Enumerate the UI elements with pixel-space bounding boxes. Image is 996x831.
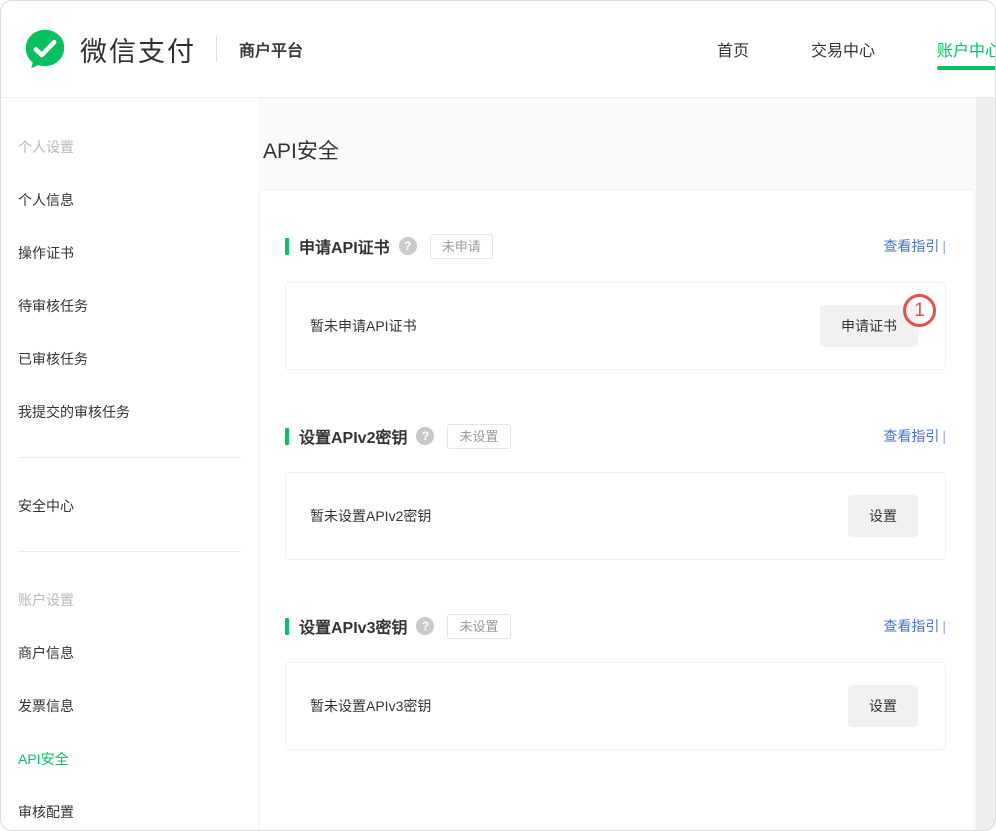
portal-title: 商户平台: [239, 37, 303, 61]
view-guide-link[interactable]: 查看指引: [883, 616, 939, 636]
main-content: API安全 申请API证书 ? 未申请 查看指引 | 暂未申请API证书 申请证…: [258, 98, 976, 830]
section-header: 设置APIv2密钥 ? 未设置 查看指引 |: [285, 422, 946, 450]
page-title: API安全: [263, 135, 339, 165]
set-apiv3-key-button[interactable]: 设置: [848, 685, 918, 727]
wechat-pay-logo-icon: [23, 27, 67, 71]
section-api-certificate: 申请API证书 ? 未申请 查看指引 | 暂未申请API证书 申请证书: [285, 232, 946, 370]
sidebar-item-operation-certificate[interactable]: 操作证书: [1, 226, 258, 279]
view-guide-link[interactable]: 查看指引: [883, 426, 939, 446]
brand-title: 微信支付: [80, 30, 196, 69]
sidebar-item-security-center[interactable]: 安全中心: [1, 479, 258, 532]
sidebar-item-review-config[interactable]: 审核配置: [1, 785, 258, 831]
brand-area[interactable]: 微信支付 商户平台: [23, 1, 303, 97]
top-header: 微信支付 商户平台 首页 交易中心 账户中心: [1, 1, 995, 98]
empty-state-box: 暂未申请API证书 申请证书: [285, 282, 946, 370]
top-nav: 首页 交易中心 账户中心: [717, 1, 996, 97]
empty-state-text: 暂未设置APIv3密钥: [310, 696, 431, 716]
nav-item-account-center[interactable]: 账户中心: [937, 1, 996, 97]
sidebar-group-personal-settings: 个人设置: [1, 120, 258, 173]
sidebar: 个人设置 个人信息 操作证书 待审核任务 已审核任务 我提交的审核任务 安全中心…: [1, 98, 258, 830]
api-security-card: 申请API证书 ? 未申请 查看指引 | 暂未申请API证书 申请证书 设置A: [259, 189, 975, 831]
sidebar-item-merchant-info[interactable]: 商户信息: [1, 626, 258, 679]
header-divider: [216, 36, 217, 62]
guide-separator: |: [942, 428, 946, 444]
sidebar-item-pending-review-tasks[interactable]: 待审核任务: [1, 279, 258, 332]
empty-state-text: 暂未设置APIv2密钥: [310, 506, 431, 526]
status-badge: 未设置: [447, 614, 510, 639]
step-annotation-circle: 1: [903, 294, 936, 327]
nav-item-home[interactable]: 首页: [717, 1, 749, 97]
section-header: 申请API证书 ? 未申请 查看指引 |: [285, 232, 946, 260]
view-guide-link[interactable]: 查看指引: [883, 236, 939, 256]
empty-state-box: 暂未设置APIv2密钥 设置: [285, 472, 946, 560]
section-header: 设置APIv3密钥 ? 未设置 查看指引 |: [285, 612, 946, 640]
section-apiv3-key: 设置APIv3密钥 ? 未设置 查看指引 | 暂未设置APIv3密钥 设置: [285, 612, 946, 750]
empty-state-text: 暂未申请API证书: [310, 316, 417, 336]
merchant-platform-window: 微信支付 商户平台 首页 交易中心 账户中心 个人设置 个人信息 操作证书 待审…: [0, 0, 996, 831]
guide-separator: |: [942, 618, 946, 634]
help-icon[interactable]: ?: [416, 617, 434, 635]
section-title: 申请API证书: [299, 234, 390, 258]
status-badge: 未申请: [430, 234, 493, 259]
nav-item-transaction-center[interactable]: 交易中心: [811, 1, 875, 97]
section-title: 设置APIv2密钥: [299, 424, 407, 448]
section-accent-bar: [285, 428, 289, 445]
set-apiv2-key-button[interactable]: 设置: [848, 495, 918, 537]
guide-separator: |: [942, 238, 946, 254]
sidebar-divider: [18, 457, 241, 458]
help-icon[interactable]: ?: [399, 237, 417, 255]
sidebar-item-api-security[interactable]: API安全: [1, 732, 258, 785]
section-title: 设置APIv3密钥: [299, 614, 407, 638]
help-icon[interactable]: ?: [416, 427, 434, 445]
sidebar-group-account-settings: 账户设置: [1, 573, 258, 626]
status-badge: 未设置: [447, 424, 510, 449]
sidebar-divider: [18, 551, 241, 552]
sidebar-item-my-submitted-review-tasks[interactable]: 我提交的审核任务: [1, 385, 258, 438]
sidebar-item-invoice-info[interactable]: 发票信息: [1, 679, 258, 732]
section-accent-bar: [285, 238, 289, 255]
section-accent-bar: [285, 618, 289, 635]
section-apiv2-key: 设置APIv2密钥 ? 未设置 查看指引 | 暂未设置APIv2密钥 设置: [285, 422, 946, 560]
sidebar-item-reviewed-tasks[interactable]: 已审核任务: [1, 332, 258, 385]
sidebar-item-personal-info[interactable]: 个人信息: [1, 173, 258, 226]
empty-state-box: 暂未设置APIv3密钥 设置: [285, 662, 946, 750]
